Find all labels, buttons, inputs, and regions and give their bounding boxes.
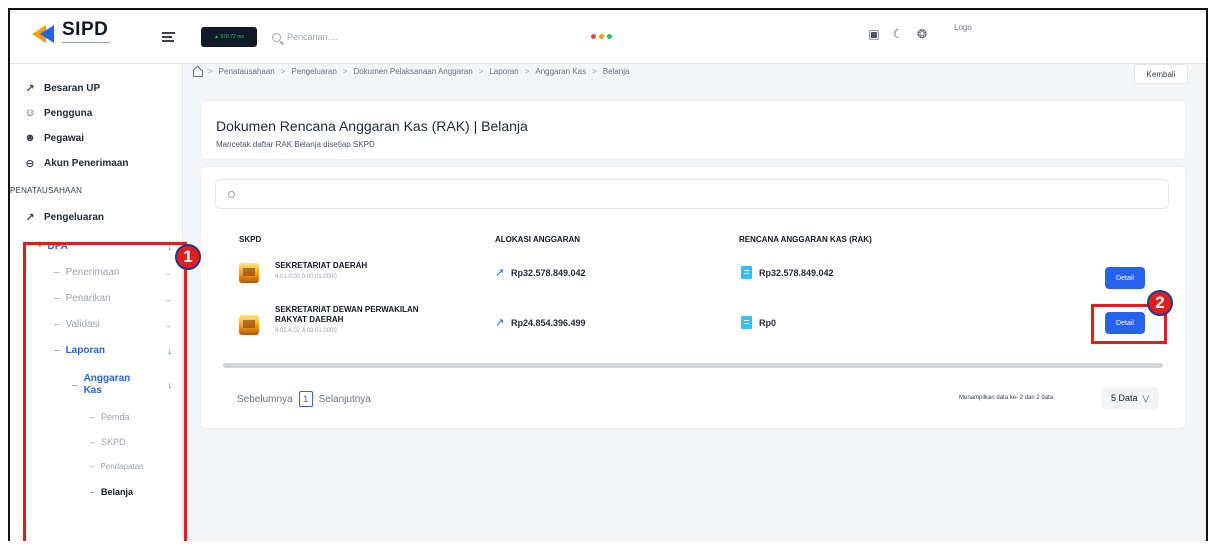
skpd-name: SEKRETARIAT DEWAN PERWAKILAN RAKYAT DAER… [275,305,419,324]
column-header-skpd: SKPD [239,235,262,244]
status-dot-green [607,34,612,39]
circle-minus-icon: ⊖ [25,157,35,170]
avatar[interactable]: Logo [954,22,974,48]
breadcrumb-item[interactable]: Pengeluaran [291,67,336,76]
back-button[interactable]: Kembali [1134,64,1188,84]
users-icon: ☻ [24,132,36,144]
arrows-expand-icon: ↗ [25,82,35,95]
annotation-badge-1: 1 [175,244,201,270]
breadcrumb-item[interactable]: Anggaran Kas [535,67,586,76]
table-search-input[interactable] [215,179,1169,209]
next-page-button[interactable]: Selanjutnya [319,394,371,405]
sidebar-item-besaran-up[interactable]: ↗ Besaran UP [24,82,101,95]
sidebar-item-pengguna[interactable]: ☺ Pengguna [24,107,92,119]
page-subtitle: Mancetak daftar RAK Belanja disetiap SKP… [216,140,375,149]
top-icons: ▣ ☾ ❂ [867,27,929,41]
rak-amount: Rp32.578.849.042 [759,268,834,278]
breadcrumb: > Penatausahaan > Pengeluaran > Dokumen Pel… [192,66,630,77]
moon-icon[interactable]: ☾ [891,27,905,41]
skpd-code: 4.02.4.02.4.03.01.0000 [275,328,337,334]
sipd-logo[interactable]: SIPD [32,20,110,48]
search-icon [272,32,281,42]
page-title: Dokumen Rencana Anggaran Kas (RAK) | Bel… [216,118,528,134]
annotation-badge-2: 2 [1147,290,1173,316]
header-card: Dokumen Rencana Anggaran Kas (RAK) | Bel… [200,100,1186,160]
skpd-name: SEKRETARIAT DAERAH [275,261,368,270]
performance-chip: ▲ 970.72 ms [201,27,257,47]
detail-button[interactable]: Detail [1105,267,1145,289]
settings-icon[interactable]: ❂ [915,27,929,41]
top-bar: SIPD ▲ 970.72 ms Pencarian.... ▣ ☾ ❂ Log… [10,10,1206,64]
user-icon: ☺ [24,107,36,119]
status-dots [591,34,612,39]
sidebar-item-label: Pengeluaran [44,211,105,223]
column-header-alokasi: ALOKASI ANGGARAN [495,235,581,244]
rak-amount: Rp0 [759,318,777,328]
sidebar-item-label: Akun Penerimaan [44,157,129,169]
alokasi-amount: Rp32.578.849.042 [511,268,586,278]
home-icon[interactable] [192,66,203,77]
skpd-logo-icon [239,315,259,335]
hamburger-menu-icon[interactable] [162,32,175,42]
prev-page-button[interactable]: Sebelumnya [237,394,293,405]
status-dot-red [591,34,596,39]
sidebar-item-label: Pengguna [44,107,93,119]
logo-underline [62,42,110,48]
per-page-value: 5 Data [1110,393,1138,403]
sidebar-item-pegawai[interactable]: ☻ Pegawai [24,132,84,144]
skpd-logo-icon [239,263,259,283]
document-icon [741,266,752,279]
alokasi-amount: Rp24.854.396.499 [511,318,586,328]
showing-info: Menampilkan data ke- 2 dari 2 data [959,395,1054,401]
section-penatausahaan: PENATAUSAHAAN [10,186,83,195]
skpd-code: 4.01.0.00.0.00.01.0000 [275,274,337,280]
search-placeholder: Pencarian.... [287,32,338,42]
table-card: SKPD ALOKASI ANGGARAN RENCANA ANGGARAN K… [200,166,1186,429]
sidebar-item-akun-penerimaan[interactable]: ⊖ Akun Penerimaan [24,157,129,170]
document-icon [741,316,752,329]
sidebar-item-label: Pegawai [44,132,85,144]
sidebar-item-label: Besaran UP [44,82,101,94]
breadcrumb-item[interactable]: Penatausahaan [219,67,275,76]
logo-mark-icon [32,22,56,46]
trending-up-icon: ↗ [25,211,35,224]
app-window: SIPD ▲ 970.72 ms Pencarian.... ▣ ☾ ❂ Log… [8,8,1208,541]
trending-up-icon: ↗ [495,317,505,329]
horizontal-scrollbar[interactable] [223,363,1163,368]
breadcrumb-item: Belanja [602,66,630,76]
chevron-down-icon: ⋁ [1142,393,1150,403]
pagination: Sebelumnya 1 Selanjutnya [237,391,371,407]
per-page-select[interactable]: 5 Data ⋁ [1101,387,1159,409]
annotation-box-sidebar [23,242,187,541]
layout-icon[interactable]: ▣ [867,27,881,41]
global-search[interactable]: Pencarian.... [272,25,712,49]
sidebar-item-pengeluaran[interactable]: ↗ Pengeluaran [24,211,105,224]
search-icon [228,190,235,198]
page-number-button[interactable]: 1 [298,391,313,407]
column-header-rak: RENCANA ANGGARAN KAS (RAK) [739,235,872,244]
trending-up-icon: ↗ [495,267,505,279]
breadcrumb-item[interactable]: Laporan [489,67,518,76]
breadcrumb-item[interactable]: Dokumen Pelaksanaan Anggaran [353,67,472,76]
logo-text: SIPD [62,19,109,40]
status-dot-orange [599,34,604,39]
